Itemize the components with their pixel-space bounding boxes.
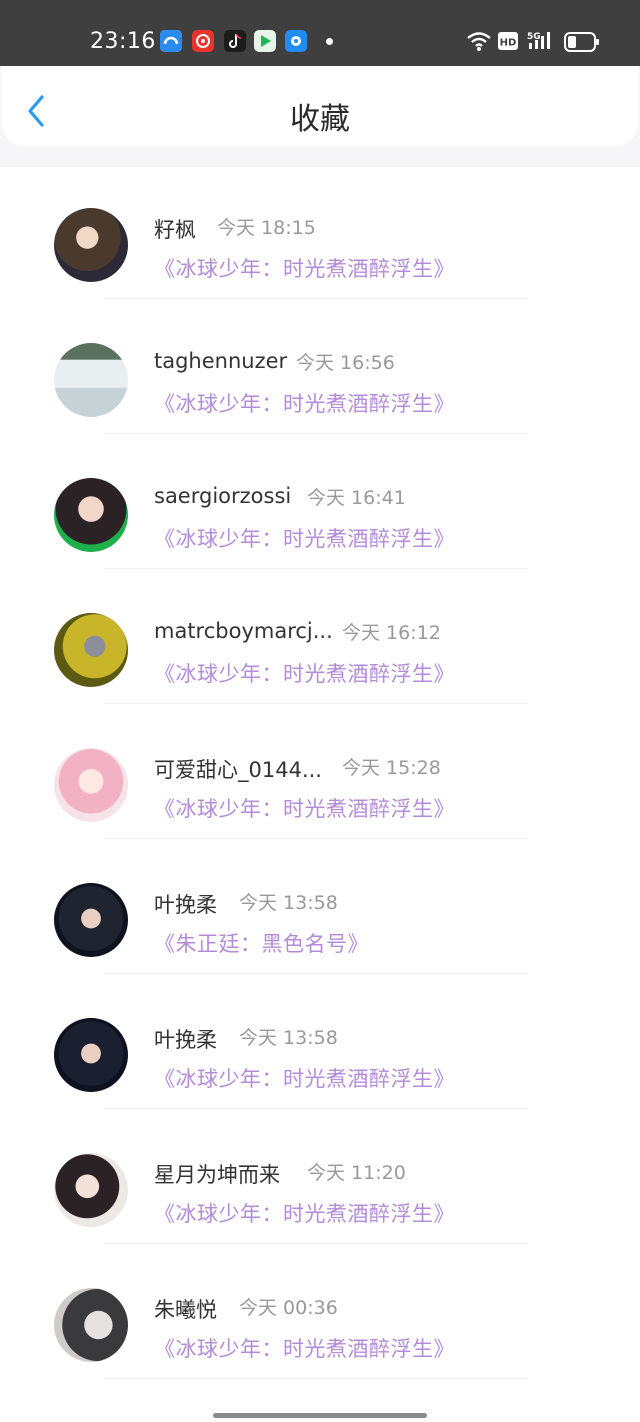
wifi-icon	[466, 30, 492, 56]
tiktok-icon	[224, 30, 246, 52]
avatar[interactable]	[54, 1153, 128, 1227]
favorite-time: 今天 16:41	[307, 487, 406, 509]
list-item[interactable]: saergiorzossi 今天 16:41 《冰球少年：时光煮酒醉浮生》	[0, 437, 640, 572]
svg-text:5G: 5G	[527, 32, 541, 42]
list-item[interactable]: 朱曦悦 今天 00:36 《冰球少年：时光煮酒醉浮生》	[0, 1247, 640, 1382]
divider	[104, 1108, 528, 1109]
user-name[interactable]: 叶挽柔	[154, 889, 217, 919]
home-indicator[interactable]	[213, 1413, 427, 1418]
work-title-link[interactable]: 《冰球少年：时光煮酒醉浮生》	[154, 1063, 455, 1093]
work-title-link[interactable]: 《冰球少年：时光煮酒醉浮生》	[154, 388, 455, 418]
divider	[104, 838, 528, 839]
netease-music-icon	[192, 30, 214, 52]
user-name[interactable]: 朱曦悦	[154, 1294, 217, 1324]
avatar[interactable]	[54, 208, 128, 282]
user-name[interactable]: 可爱甜心_0144...	[154, 754, 322, 784]
divider	[104, 1243, 528, 1244]
avatar[interactable]	[54, 613, 128, 687]
user-name[interactable]: 星月为坤而来	[154, 1159, 280, 1189]
work-title-link[interactable]: 《冰球少年：时光煮酒醉浮生》	[154, 658, 455, 688]
divider	[104, 1378, 528, 1379]
browser-app-icon	[285, 30, 307, 52]
favorite-time: 今天 15:28	[342, 757, 441, 779]
user-name[interactable]: matrcboymarcj...	[154, 619, 333, 643]
page-title: 收藏	[290, 102, 350, 137]
favorite-time: 今天 13:58	[239, 1027, 338, 1049]
work-title-link[interactable]: 《冰球少年：时光煮酒醉浮生》	[154, 793, 455, 823]
svg-text:HD: HD	[500, 38, 517, 49]
battery-icon	[564, 32, 600, 56]
list-item[interactable]: 叶挽柔 今天 13:58 《冰球少年：时光煮酒醉浮生》	[0, 977, 640, 1112]
list-item[interactable]: 籽枫 今天 18:15 《冰球少年：时光煮酒醉浮生》	[0, 167, 640, 302]
user-name[interactable]: taghennuzer	[154, 349, 287, 373]
favorite-time: 今天 00:36	[239, 1297, 338, 1319]
avatar[interactable]	[54, 1018, 128, 1092]
user-name[interactable]: 叶挽柔	[154, 1024, 217, 1054]
avatar[interactable]	[54, 343, 128, 417]
hd-icon: HD	[498, 32, 518, 54]
list-item[interactable]: 叶挽柔 今天 13:58 《朱正廷：黑色名号》	[0, 842, 640, 977]
divider	[104, 433, 528, 434]
more-notifications-dot	[326, 38, 333, 45]
list-item[interactable]: 可爱甜心_0144... 今天 15:28 《冰球少年：时光煮酒醉浮生》	[0, 707, 640, 842]
list-item[interactable]: matrcboymarcj... 今天 16:12 《冰球少年：时光煮酒醉浮生》	[0, 572, 640, 707]
work-title-link[interactable]: 《冰球少年：时光煮酒醉浮生》	[154, 1198, 455, 1228]
avatar[interactable]	[54, 883, 128, 957]
divider	[104, 973, 528, 974]
work-title-link[interactable]: 《冰球少年：时光煮酒醉浮生》	[154, 253, 455, 283]
work-title-link[interactable]: 《冰球少年：时光煮酒醉浮生》	[154, 523, 455, 553]
list-item[interactable]: taghennuzer 今天 16:56 《冰球少年：时光煮酒醉浮生》	[0, 302, 640, 437]
work-title-link[interactable]: 《冰球少年：时光煮酒醉浮生》	[154, 1333, 455, 1363]
favorite-time: 今天 16:56	[296, 352, 395, 374]
status-time: 23:16	[90, 29, 156, 54]
divider	[104, 568, 528, 569]
avatar[interactable]	[54, 748, 128, 822]
divider	[104, 298, 528, 299]
user-name[interactable]: saergiorzossi	[154, 484, 291, 508]
favorite-time: 今天 16:12	[342, 622, 441, 644]
favorite-time: 今天 13:58	[239, 892, 338, 914]
favorites-list: 籽枫 今天 18:15 《冰球少年：时光煮酒醉浮生》 taghennuzer 今…	[0, 167, 640, 1422]
avatar[interactable]	[54, 1288, 128, 1362]
favorite-time: 今天 11:20	[307, 1162, 406, 1184]
divider	[104, 703, 528, 704]
nav-header: 收藏	[2, 66, 638, 146]
cloud-app-icon	[160, 30, 182, 52]
user-name[interactable]: 籽枫	[154, 214, 196, 244]
status-bar: 23:16 HD 5G	[0, 0, 640, 66]
video-app-icon	[254, 30, 276, 52]
avatar[interactable]	[54, 478, 128, 552]
work-title-link[interactable]: 《朱正廷：黑色名号》	[154, 928, 369, 958]
signal-icon: 5G	[526, 30, 556, 56]
list-item[interactable]: 星月为坤而来 今天 11:20 《冰球少年：时光煮酒醉浮生》	[0, 1112, 640, 1247]
favorite-time: 今天 18:15	[217, 217, 316, 239]
